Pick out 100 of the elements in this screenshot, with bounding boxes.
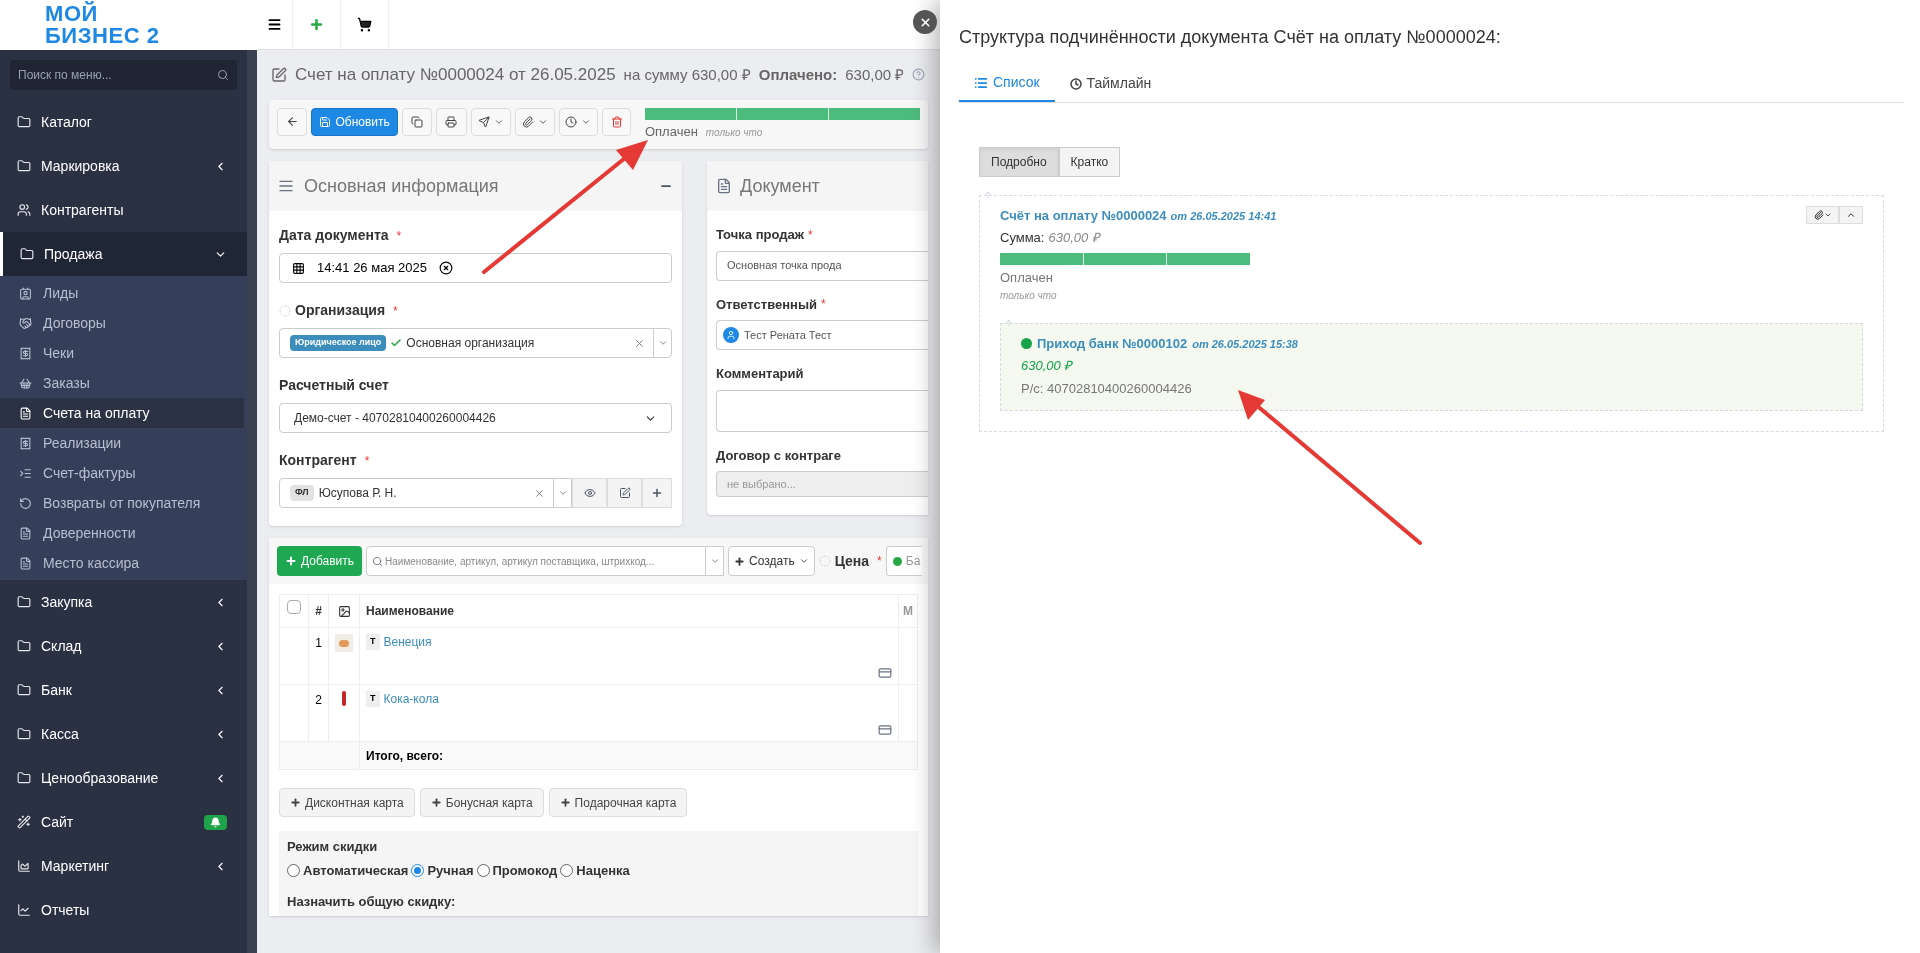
edit-button[interactable] [607,478,642,508]
page-sum: на сумму 630,00 ₽ [623,64,751,85]
sidebar-item[interactable]: Отчеты [0,888,247,932]
folder-icon [17,639,31,653]
type-tag: ФЛ [290,485,314,501]
plus-icon [430,797,442,808]
caret-icon [798,556,809,566]
sidebar-item[interactable]: Каталог [0,100,247,144]
required-mark: * [364,452,370,470]
submenu-item[interactable]: Реализации [0,428,244,458]
product-link[interactable]: Венеция [383,633,432,651]
back-button[interactable] [277,107,308,136]
sidebar-item[interactable]: Закупка [0,580,247,624]
card-button[interactable]: Подарочная карта [548,788,688,817]
paperclip-icon [1813,210,1824,220]
product-link[interactable]: Кока-кола [383,690,439,708]
submenu-item[interactable]: Место кассира [0,548,244,578]
view-mode-button[interactable]: Кратко [1058,147,1121,177]
chevron-up-icon [1846,210,1856,220]
type-tag: Т [366,691,380,707]
sidebar-item[interactable]: Маркетинг [0,844,247,888]
discount-radio[interactable]: Наценка [560,860,630,880]
card-button[interactable]: Бонусная карта [419,788,544,817]
submenu-item[interactable]: Чеки [0,338,244,368]
status-label: Оплачен [644,122,698,141]
total-label: Итого, всего: [365,747,445,765]
view-mode-button[interactable]: Подробно [979,147,1059,177]
clear-icon [534,487,545,499]
field-label: Ответственный [716,295,817,314]
image-icon [337,604,351,618]
attach-button[interactable] [514,107,555,136]
sidebar-item[interactable]: Продажа [0,232,247,276]
comment-field[interactable] [716,389,928,432]
sidebar-item[interactable]: Контрагенты [0,188,247,232]
scrollbar[interactable] [247,50,257,953]
required-mark: * [821,296,826,314]
document-link[interactable]: Счёт на оплату №0000024 [1000,206,1167,226]
column-header: # [315,603,322,620]
page-title: Счет на оплату №0000024 от 26.05.2025 [295,64,616,86]
send-button[interactable] [470,107,511,136]
document-icon [716,178,732,194]
submenu-item[interactable]: Договоры [0,308,244,338]
delete-button[interactable] [602,107,631,136]
update-button[interactable]: Обновить [311,107,398,136]
handshake-icon [19,316,32,330]
column-header: Наименование [366,603,455,620]
account-select[interactable]: Демо-счет - 40702810400260004426 [279,403,672,433]
discount-radio[interactable]: Промокод [476,860,558,880]
submenu-item[interactable]: Счета на оплату [0,398,244,428]
submenu-item[interactable]: Счет-фактуры [0,458,244,488]
field-label: Комментарий [716,365,804,383]
select-all-checkbox[interactable] [287,600,301,614]
cart-icon [357,17,372,32]
users-icon [17,203,31,217]
print-button[interactable] [436,107,467,136]
sidebar-item[interactable]: Ценообразование [0,756,247,800]
discount-radio[interactable]: Автоматическая [287,860,409,880]
submenu-item[interactable]: Лиды [0,278,244,308]
history-button[interactable] [558,107,599,136]
required-mark: * [877,553,882,570]
sidebar-item[interactable]: Сайт [0,800,247,844]
magic-wand-icon [17,815,31,829]
card-icon [878,723,892,737]
line-chart-icon [17,903,31,917]
submenu-item[interactable]: Заказы [0,368,244,398]
column-header: М [903,603,913,620]
panel-tab[interactable]: Список [959,65,1055,102]
contact-card-icon [19,286,32,300]
sidebar-item[interactable]: Банк [0,668,247,712]
date-field[interactable]: 14:41 26 мая 2025 [279,253,672,283]
submenu-item[interactable]: Доверенности [0,518,244,548]
sum-label: Сумма: [1000,228,1045,247]
edit-icon [271,66,287,83]
sidebar-item[interactable]: Маркировка [0,144,247,188]
copy-button[interactable] [401,107,433,136]
clear-icon [634,337,645,349]
card-title: Документ [740,174,820,198]
add-button[interactable] [642,478,672,508]
field-label: Организация [295,301,386,320]
create-button[interactable]: Создать [728,546,815,576]
product-search-field[interactable]: Наименование, артикул, артикул поставщика, штрихкод... [366,546,707,576]
discount-radio[interactable]: Ручная [411,860,474,880]
clock-icon [565,115,578,128]
view-button[interactable] [572,478,607,508]
counterparty-select[interactable]: ФЛ Юсупова Р. Н. [279,478,572,508]
user-select[interactable]: Тест Рената Тест [716,320,928,350]
sidebar-item[interactable]: Касса [0,712,247,756]
status-time: только что [1000,288,1058,303]
card-button[interactable]: Дисконтная карта [279,788,415,817]
text-field[interactable]: Основная точка прода [716,250,928,281]
submenu-item[interactable]: Возвраты от покупателя [0,488,244,518]
attach-button[interactable] [1806,206,1839,224]
price-label: Цена [834,551,870,571]
caret-icon [709,556,720,566]
menu-search-field[interactable]: Поиск по меню... [10,60,237,90]
panel-tab[interactable]: Таймлайн [1054,65,1167,102]
card-title: Основная информация [304,174,500,198]
sidebar-item[interactable]: Склад [0,624,247,668]
field-label: Договор с контраге [716,446,841,465]
organization-select[interactable]: Юридическое лицо Основная организация [279,328,672,358]
